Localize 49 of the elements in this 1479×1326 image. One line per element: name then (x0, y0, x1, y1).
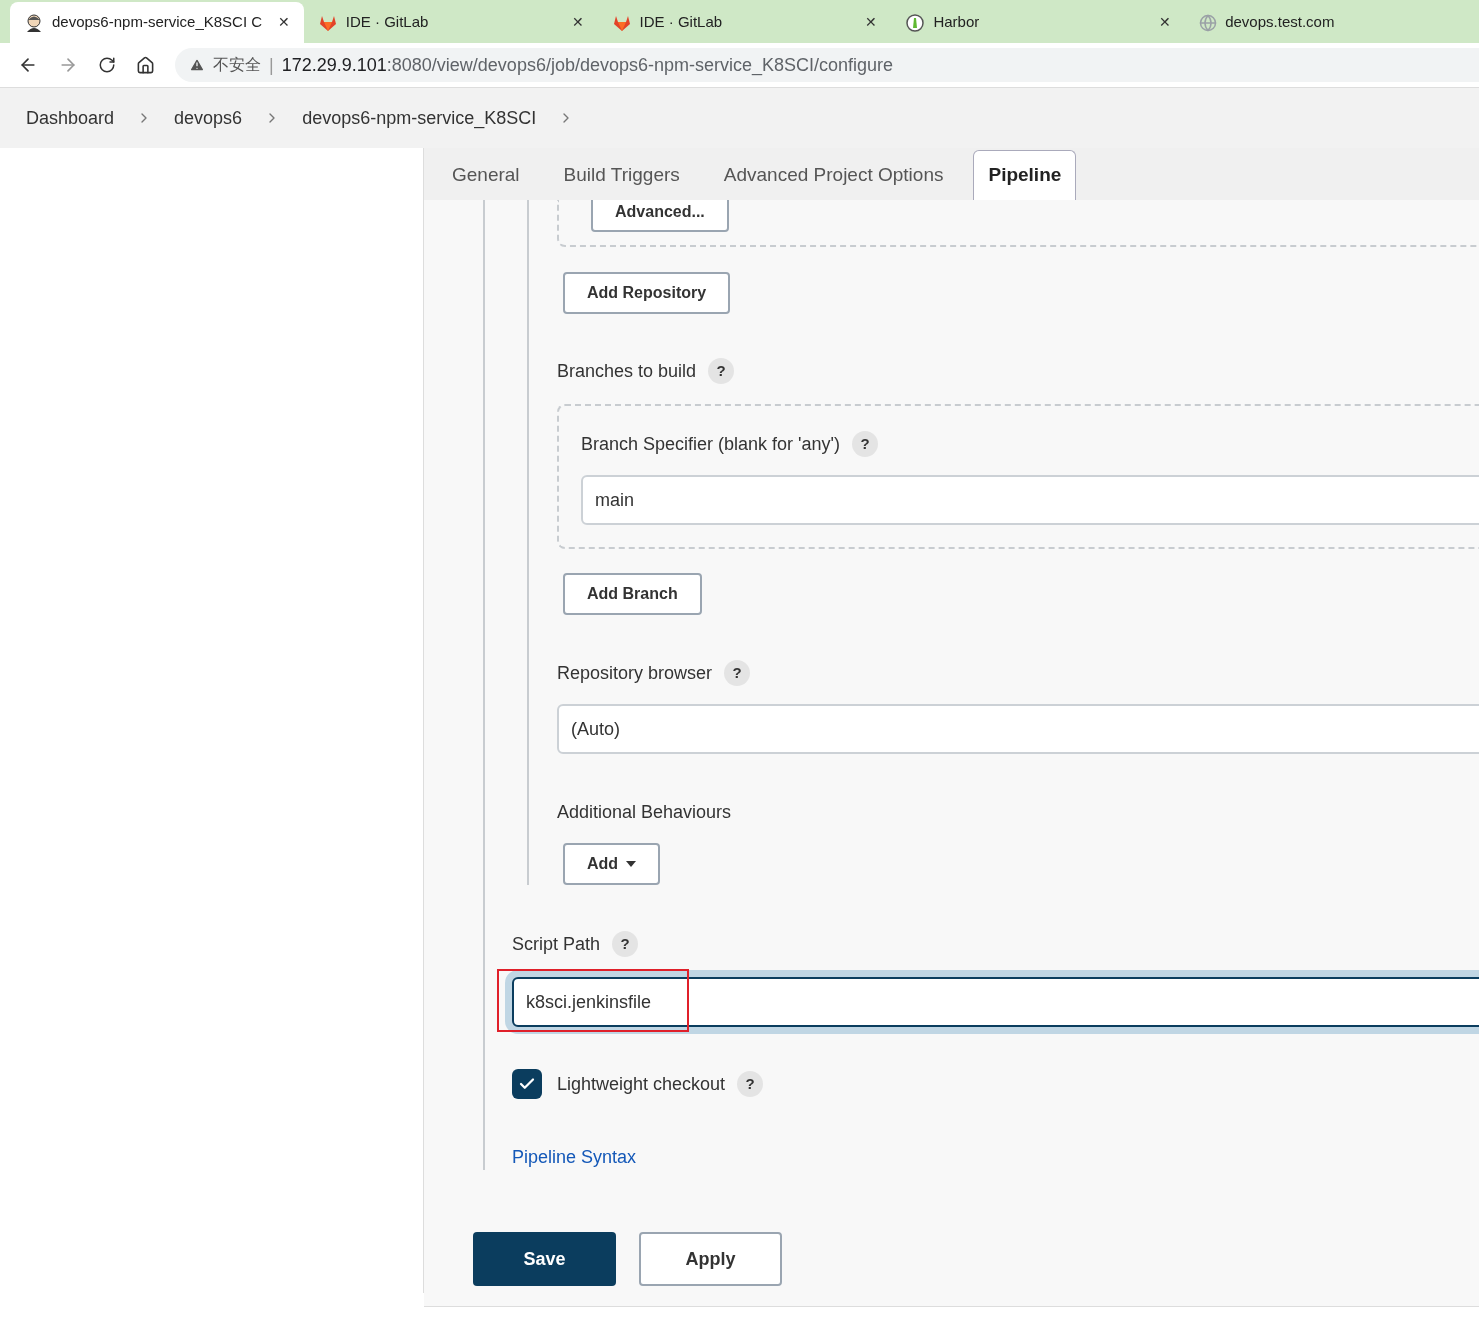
close-icon[interactable]: ✕ (277, 12, 290, 33)
reload-icon[interactable] (98, 56, 116, 74)
checkbox-label: Lightweight checkout (557, 1072, 726, 1096)
help-icon[interactable]: ? (737, 1071, 764, 1097)
browser-tab[interactable]: devops6-npm-service_K8SCI C ✕ (10, 2, 304, 43)
browser-tab[interactable]: IDE · GitLab ✕ (303, 2, 598, 43)
add-button[interactable]: Add (563, 843, 661, 885)
separator: | (269, 53, 274, 77)
advanced-button[interactable]: Advanced... (591, 200, 729, 232)
close-icon[interactable]: ✕ (865, 12, 878, 33)
field-label: Branch Specifier (blank for 'any') (581, 432, 840, 456)
lighthouse-icon (905, 12, 926, 33)
caret-icon (626, 861, 637, 867)
repository-browser-select[interactable]: (Auto) (557, 704, 1479, 754)
breadcrumb-link[interactable]: Dashboard (26, 104, 115, 132)
help-icon[interactable]: ? (724, 660, 751, 686)
checkbox[interactable] (512, 1069, 542, 1099)
close-icon[interactable]: ✕ (1159, 12, 1172, 33)
help-icon[interactable]: ? (852, 431, 878, 457)
add-branch-button[interactable]: Add Branch (563, 573, 702, 615)
security-label: 不安全 (213, 54, 261, 76)
section-label: Branches to build (557, 359, 697, 383)
help-icon[interactable]: ? (612, 931, 639, 957)
section-label: Additional Behaviours (557, 800, 732, 824)
globe-icon (1199, 13, 1218, 32)
browser-tab[interactable]: IDE · GitLab ✕ (597, 2, 892, 43)
warning-icon (189, 57, 205, 73)
config-tab[interactable]: Pipeline (973, 150, 1077, 200)
breadcrumb-link[interactable]: devops6-npm-service_K8SCI (302, 104, 537, 132)
url-text: 172.29.9.101:8080/view/devops6/job/devops6-npm-service_K8SCI/configure (281, 53, 894, 78)
save-button[interactable]: Save (473, 1232, 616, 1286)
browser-tab[interactable]: devops.test.com (1185, 2, 1479, 43)
field-label: Script Path (512, 932, 601, 956)
browser-tab[interactable]: Harbor ✕ (891, 2, 1186, 43)
add-repository-button[interactable]: Add Repository (563, 272, 731, 314)
apply-button[interactable]: Apply (639, 1232, 782, 1286)
butler-icon (24, 12, 44, 33)
config-tab[interactable]: General (438, 150, 534, 200)
config-tab[interactable]: Advanced Project Options (709, 150, 958, 200)
branch-specifier-field[interactable]: main (581, 475, 1479, 525)
script-path-field[interactable]: k8sci.jenkinsfile (512, 977, 1479, 1027)
breadcrumb-link[interactable]: devops6 (174, 104, 243, 132)
pipeline-syntax-link[interactable]: Pipeline Syntax (512, 1147, 637, 1167)
close-icon[interactable]: ✕ (571, 12, 584, 33)
home-icon[interactable] (136, 55, 155, 75)
address-bar[interactable]: 不安全 | 172.29.9.101:8080/view/devops6/job/devops6-npm-service_K8SCI/configure (175, 48, 1479, 82)
field-label: Repository browser (557, 661, 713, 685)
help-icon[interactable]: ? (708, 358, 735, 384)
config-tab[interactable]: Build Triggers (549, 150, 694, 200)
